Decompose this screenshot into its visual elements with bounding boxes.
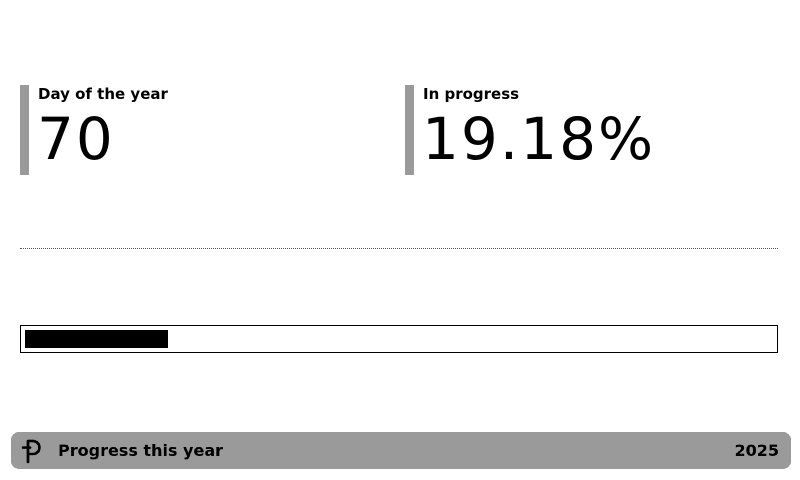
title-bar: Progress this year 2025 [11, 432, 791, 469]
progress-value: 19.18% [422, 105, 656, 173]
progress-metric: In progress 19.18% [405, 85, 785, 175]
year-label: 2025 [734, 441, 779, 460]
day-of-year-label: Day of the year [38, 85, 168, 103]
section-divider [20, 248, 778, 249]
day-of-year-value: 70 [37, 105, 115, 173]
metric-accent-bar [20, 85, 29, 175]
year-progress-fill [25, 330, 168, 348]
metric-accent-bar [405, 85, 414, 175]
trmnl-logo-icon [21, 438, 45, 464]
plugin-title: Progress this year [58, 441, 224, 460]
progress-label: In progress [423, 85, 520, 103]
day-of-year-metric: Day of the year 70 [20, 85, 380, 175]
year-progress-bar [20, 325, 778, 353]
